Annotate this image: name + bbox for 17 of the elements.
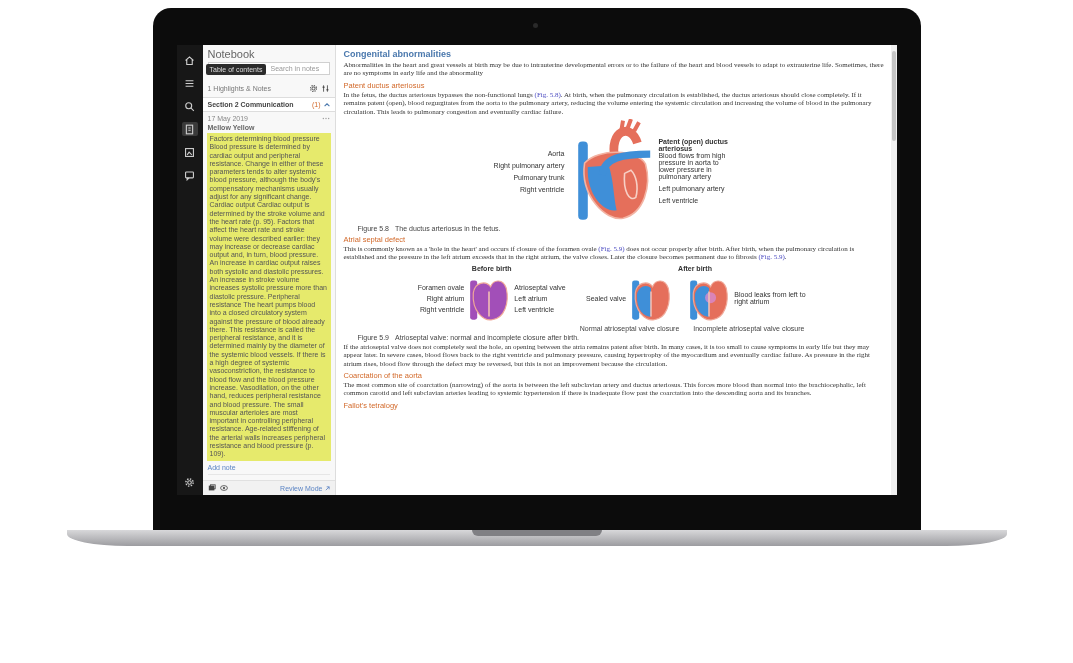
list-icon bbox=[184, 77, 195, 89]
chat-icon bbox=[184, 169, 195, 181]
rail-button[interactable] bbox=[181, 122, 198, 136]
camera-dot bbox=[532, 23, 538, 28]
scrollbar[interactable] bbox=[890, 45, 897, 495]
search-icon bbox=[184, 100, 195, 112]
external-link-icon bbox=[324, 485, 330, 491]
home-icon bbox=[184, 54, 195, 66]
image-icon bbox=[184, 146, 195, 158]
eye-icon[interactable] bbox=[219, 484, 228, 492]
settings-icon[interactable] bbox=[308, 84, 318, 93]
caret-icon bbox=[323, 101, 330, 108]
sliders-icon[interactable] bbox=[320, 84, 330, 93]
notebook-icon bbox=[184, 123, 195, 135]
panel-title: Notebook bbox=[206, 47, 256, 62]
cards-icon[interactable] bbox=[207, 484, 216, 492]
section-heading: Congenital abnormalities bbox=[343, 49, 453, 59]
